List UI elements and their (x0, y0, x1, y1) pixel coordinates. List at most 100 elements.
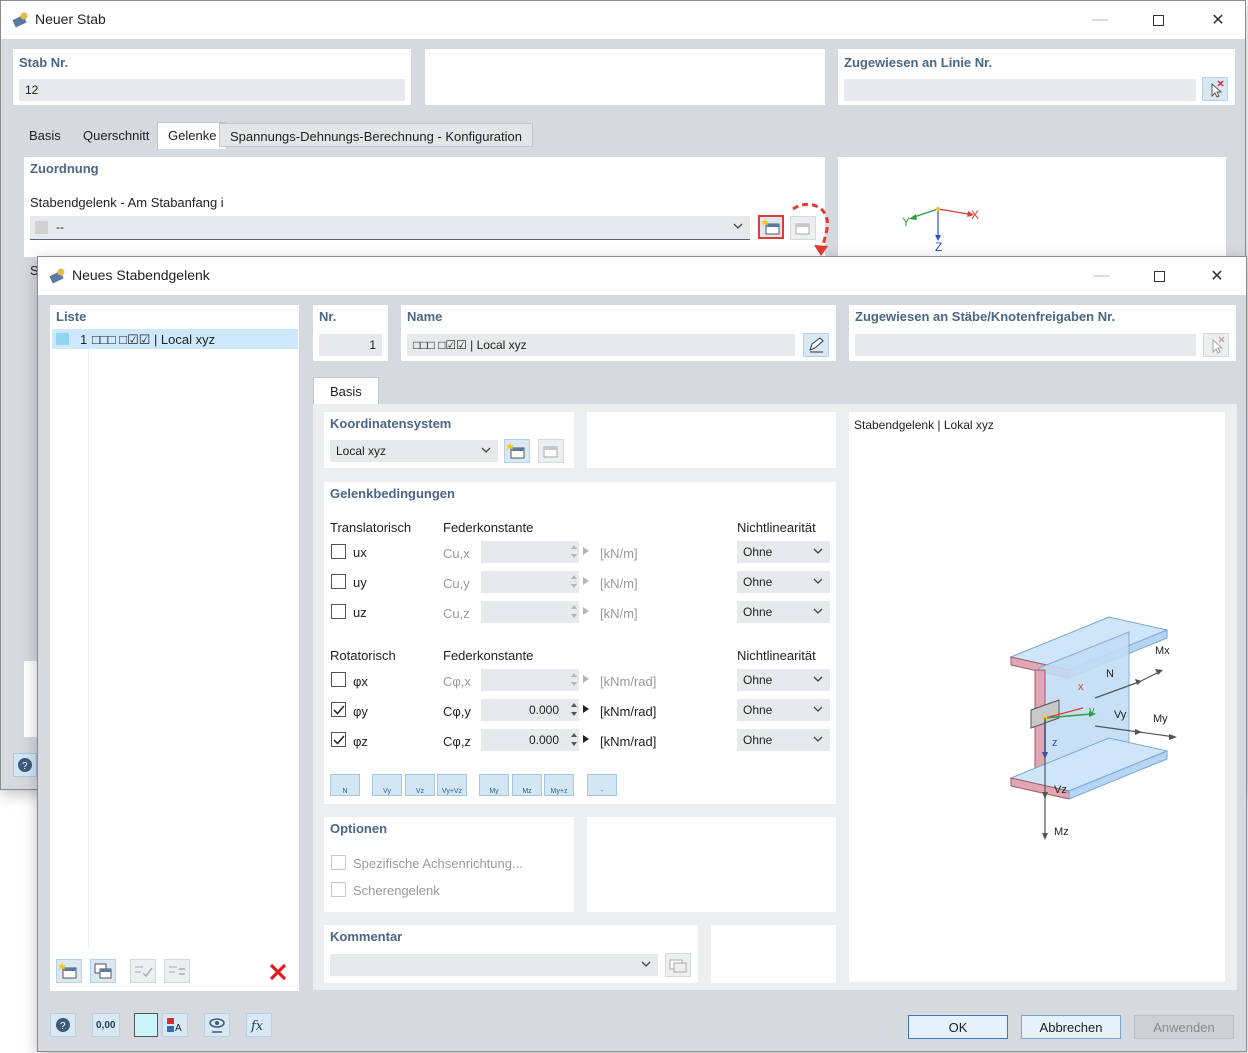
checkbox-shear-hinge[interactable] (331, 882, 346, 897)
coord-edit-button[interactable] (538, 439, 564, 463)
dof-uz: uz (353, 605, 367, 620)
maximize-button[interactable] (1135, 1, 1181, 39)
dialog-maximize-button[interactable] (1136, 257, 1182, 295)
stab-nr-panel: Stab Nr. 12 (13, 49, 411, 105)
tab-querschnitt[interactable]: Querschnitt (73, 123, 159, 147)
unit-cuy: [kN/m] (600, 576, 638, 591)
pick-line-button[interactable] (1202, 77, 1228, 101)
app-icon (12, 12, 28, 28)
list-delete-button[interactable] (266, 961, 292, 983)
option-shear-hinge: Scherengelenk (353, 883, 440, 898)
assigned-label: Zugewiesen an Stäbe/Knotenfreigaben Nr. (855, 309, 1116, 324)
apply-button[interactable]: Anwenden (1134, 1015, 1234, 1039)
tab-gelenke[interactable]: Gelenke (157, 122, 228, 149)
hinge-button-myz[interactable]: My+z (544, 774, 574, 796)
footer-color-button[interactable] (134, 1013, 158, 1037)
spin-cphiz[interactable] (569, 729, 579, 751)
spring-cuy: Cu,y (443, 576, 470, 591)
step-right-icon (583, 675, 589, 683)
close-button[interactable]: ✕ (1195, 1, 1241, 39)
preview-label-my: My (1153, 713, 1168, 725)
checkbox-phix[interactable] (331, 672, 346, 687)
new-star-icon (58, 962, 77, 979)
nonlinearity-phix[interactable]: Ohne (737, 669, 830, 691)
comment-library-button[interactable] (665, 953, 691, 977)
spin-cux (571, 545, 577, 558)
assigned-line-label: Zugewiesen an Linie Nr. (844, 55, 993, 70)
tab-basis[interactable]: Basis (19, 123, 71, 147)
coord-new-button[interactable] (504, 439, 530, 463)
checkbox-phiy[interactable] (331, 702, 346, 717)
translational-label: Translatorisch (330, 520, 412, 535)
preview-label-x: x (1078, 681, 1084, 693)
nonlinearity-phiy[interactable]: Ohne (737, 699, 830, 721)
spring-cphix: Cφ,x (443, 674, 471, 689)
nonlinearity-phiz[interactable]: Ohne (737, 729, 830, 751)
svg-text:?: ? (22, 761, 28, 772)
hinge-button-none[interactable]: - (587, 774, 617, 796)
list-item[interactable]: 1 □□□ □☑☑ | Local xyz (52, 329, 298, 349)
dialog-minimize-button[interactable]: — (1078, 257, 1124, 295)
pick-members-button[interactable] (1203, 333, 1229, 357)
hinge-button-my[interactable]: My (479, 774, 509, 796)
nonlinearity-uz[interactable]: Ohne (737, 601, 830, 623)
hinge-button-vy[interactable]: Vy (372, 774, 402, 796)
nonlinearity-uy[interactable]: Ohne (737, 571, 830, 593)
preview-label-mz: Mz (1054, 826, 1069, 838)
ok-button[interactable]: OK (908, 1015, 1008, 1039)
tab-spannungs-dehnungs[interactable]: Spannungs-Dehnungs-Berechnung - Konfigur… (219, 123, 533, 147)
checkbox-phiz[interactable] (331, 732, 346, 747)
name-field[interactable]: □□□ □☑☑ | Local xyz (407, 334, 795, 356)
tab-basis-dialog[interactable]: Basis (313, 377, 379, 405)
value-cphiy[interactable]: 0.000 (481, 699, 579, 721)
minimize-icon: — (1093, 267, 1109, 284)
nr-field[interactable]: 1 (319, 334, 382, 356)
name-label: Name (407, 309, 443, 324)
library-icon (669, 959, 687, 973)
cancel-button[interactable]: Abbrechen (1021, 1015, 1121, 1039)
hinge-button-n[interactable]: N (330, 774, 360, 796)
preview-label-vz: Vz (1054, 784, 1067, 796)
hinge-start-select[interactable]: -- (30, 216, 750, 240)
spin-cphiy[interactable] (569, 699, 579, 721)
stab-nr-field[interactable]: 12 (19, 79, 405, 101)
nonlinearity-ux[interactable]: Ohne (737, 541, 830, 563)
preview-panel: Stabendgelenk | Lokal xyz N Mx x y Vy My… (849, 412, 1225, 982)
list-check-button[interactable] (130, 959, 156, 983)
footer-formula-button[interactable]: fx (246, 1013, 272, 1037)
footer-display-button[interactable]: A (162, 1013, 188, 1037)
assignment-title: Zuordnung (30, 161, 99, 176)
checkbox-axis-direction[interactable] (331, 855, 346, 870)
step-right-icon[interactable] (582, 734, 590, 744)
unit-cphiz: [kNm/rad] (600, 734, 657, 749)
list-new-button[interactable] (56, 959, 82, 983)
checkbox-uy[interactable] (331, 574, 346, 589)
footer-help-button[interactable]: ? (50, 1013, 76, 1037)
list-item-number: 1 (80, 332, 88, 347)
list-copy-button[interactable] (90, 959, 116, 983)
new-hinge-button[interactable] (758, 215, 784, 239)
checkbox-ux[interactable] (331, 544, 346, 559)
hinge-button-mz[interactable]: Mz (512, 774, 542, 796)
comment-select[interactable] (330, 954, 658, 976)
footer-units-button[interactable]: 0,00 (92, 1013, 120, 1037)
value-cphiz[interactable]: 0.000 (481, 729, 579, 751)
main-footer-help[interactable]: ? (13, 753, 37, 777)
assigned-field[interactable] (855, 334, 1196, 356)
hinge-button-vz[interactable]: Vz (405, 774, 435, 796)
hinge-button-vyvz[interactable]: Vy+Vz (437, 774, 467, 796)
checkbox-uz[interactable] (331, 604, 346, 619)
coord-select[interactable]: Local xyz (330, 440, 498, 462)
main-titlebar: Neuer Stab — ✕ (1, 1, 1245, 39)
list-renumber-button[interactable] (164, 959, 190, 983)
dialog-close-button[interactable]: ✕ (1194, 257, 1240, 295)
minimize-button[interactable]: — (1077, 1, 1123, 39)
step-right-icon (583, 547, 589, 555)
assigned-panel: Zugewiesen an Stäbe/Knotenfreigaben Nr. (849, 305, 1236, 361)
edit-name-button[interactable] (803, 333, 829, 357)
step-right-icon[interactable] (582, 704, 590, 714)
i-beam-preview (1009, 616, 1177, 840)
assigned-line-field[interactable] (844, 79, 1196, 101)
footer-view-button[interactable] (204, 1013, 230, 1037)
dof-phiy: φy (353, 704, 368, 719)
